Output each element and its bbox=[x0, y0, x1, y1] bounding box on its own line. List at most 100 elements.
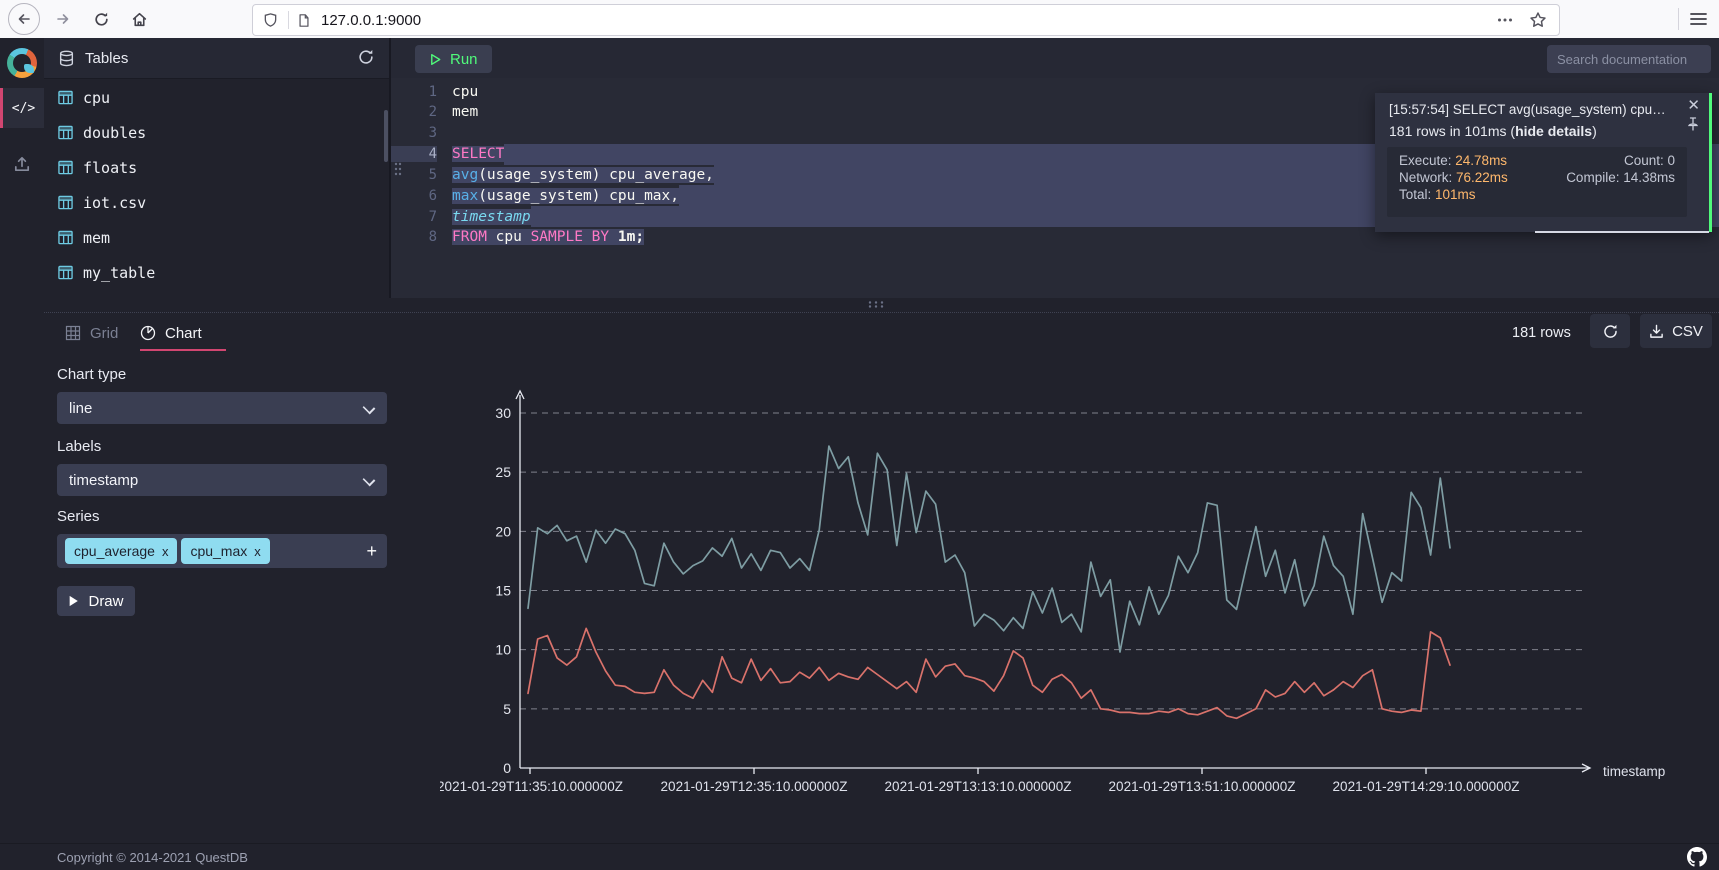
notification-summary: 181 rows in 101ms (hide details) bbox=[1389, 123, 1597, 139]
series-chip[interactable]: cpu_averagex bbox=[65, 538, 177, 564]
table-name: iot.csv bbox=[83, 194, 146, 212]
rows-count: 181 rows bbox=[1512, 316, 1571, 350]
horizontal-splitter-handle[interactable] bbox=[868, 300, 884, 309]
refresh-icon bbox=[1602, 323, 1619, 340]
sidebar-item-import[interactable] bbox=[0, 146, 44, 182]
tab-chart[interactable]: Chart bbox=[140, 316, 202, 350]
table-row[interactable]: doubles bbox=[44, 115, 389, 150]
labels-label: Labels bbox=[57, 438, 101, 455]
browser-forward-button[interactable] bbox=[48, 4, 78, 34]
browser-menu-button[interactable] bbox=[1683, 4, 1713, 34]
questdb-logo[interactable] bbox=[7, 48, 37, 78]
remove-series-icon[interactable]: x bbox=[162, 544, 169, 559]
sidebar-item-console[interactable]: </> bbox=[0, 88, 44, 128]
stats-right-column: Count: 0Compile: 14.38ms bbox=[1566, 153, 1675, 211]
table-icon bbox=[58, 265, 73, 280]
table-row[interactable]: cpu bbox=[44, 80, 389, 115]
line-number: 1 bbox=[391, 84, 437, 100]
line-number: 7 bbox=[391, 209, 437, 225]
series-chip-label: cpu_max bbox=[190, 543, 247, 559]
y-axis-label: 15 bbox=[495, 583, 511, 599]
address-bar-divider bbox=[288, 11, 289, 29]
pin-icon[interactable] bbox=[1687, 117, 1699, 131]
play-icon bbox=[429, 53, 442, 66]
page-icon[interactable] bbox=[297, 13, 311, 28]
summary-text: 181 rows in 101ms ( bbox=[1389, 123, 1515, 139]
tables-panel-header: Tables bbox=[44, 38, 389, 79]
code-text: SELECT bbox=[452, 146, 504, 162]
run-button[interactable]: Run bbox=[415, 45, 492, 73]
draw-button-label: Draw bbox=[88, 593, 123, 610]
hide-details-link[interactable]: hide details bbox=[1515, 123, 1592, 139]
download-csv-button[interactable]: CSV bbox=[1640, 314, 1712, 348]
series-line-cpu_max bbox=[528, 446, 1450, 652]
results-panel-separator bbox=[44, 312, 1719, 313]
tables-refresh-button[interactable] bbox=[357, 48, 375, 66]
close-icon[interactable]: ✕ bbox=[1687, 98, 1700, 113]
y-axis-label: 25 bbox=[495, 464, 511, 480]
series-chip[interactable]: cpu_max x bbox=[181, 538, 269, 564]
code-text: cpu bbox=[452, 84, 478, 100]
bookmark-star-icon[interactable] bbox=[1529, 11, 1547, 29]
code-text: FROM cpu SAMPLE BY 1m; bbox=[452, 229, 644, 245]
series-input[interactable]: cpu_averagex cpu_max x + bbox=[57, 534, 387, 568]
draw-button[interactable]: Draw bbox=[57, 586, 135, 616]
query-notification-popup: [15:57:54] SELECT avg(usage_system) cpu_… bbox=[1375, 93, 1712, 232]
results-refresh-button[interactable] bbox=[1590, 314, 1630, 348]
line-number: 6 bbox=[391, 188, 437, 204]
github-icon[interactable] bbox=[1687, 847, 1707, 867]
browser-reload-button[interactable] bbox=[86, 4, 116, 34]
table-row[interactable]: mem bbox=[44, 220, 389, 255]
reload-icon bbox=[93, 11, 110, 28]
vertical-splitter-handle[interactable] bbox=[394, 162, 402, 176]
pin-icon bbox=[1687, 117, 1699, 131]
run-button-label: Run bbox=[450, 51, 478, 68]
table-name: my_table bbox=[83, 264, 155, 282]
download-icon bbox=[1649, 324, 1664, 339]
upload-icon bbox=[13, 155, 31, 173]
remove-series-icon[interactable]: x bbox=[254, 544, 261, 559]
chart-type-value: line bbox=[69, 400, 92, 417]
chart-type-select[interactable]: line bbox=[57, 392, 387, 424]
series-line-cpu_average bbox=[528, 628, 1450, 718]
table-icon bbox=[58, 230, 73, 245]
stat-row: Execute: 24.78ms bbox=[1399, 153, 1508, 168]
pie-chart-icon bbox=[140, 325, 156, 341]
notification-title: [15:57:54] SELECT avg(usage_system) cpu_… bbox=[1389, 102, 1669, 117]
csv-button-label: CSV bbox=[1672, 323, 1703, 340]
browser-back-button[interactable] bbox=[8, 3, 40, 35]
page-actions-icon[interactable] bbox=[1497, 17, 1513, 23]
table-row[interactable]: floats bbox=[44, 150, 389, 185]
tab-grid[interactable]: Grid bbox=[65, 316, 118, 350]
query-stats-box: Execute: 24.78ms Network: 76.22ms Total: 1… bbox=[1387, 147, 1687, 217]
stat-row: Network: 76.22ms bbox=[1399, 170, 1508, 185]
line-number: 8 bbox=[391, 229, 437, 245]
questdb-logo-bubble bbox=[24, 64, 34, 73]
hamburger-icon bbox=[1690, 12, 1707, 26]
y-axis-label: 30 bbox=[495, 405, 511, 421]
address-bar[interactable]: 127.0.0.1:9000 bbox=[252, 4, 1560, 36]
toolbar-divider bbox=[1678, 8, 1679, 30]
shield-icon[interactable] bbox=[263, 12, 278, 28]
table-name: floats bbox=[83, 159, 137, 177]
line-number: 4 bbox=[391, 146, 437, 162]
play-icon bbox=[68, 595, 79, 607]
line-chart[interactable]: 0510152025302021-01-29T11:35:10.000000Z2… bbox=[440, 356, 1710, 826]
stat-row: Compile: 14.38ms bbox=[1566, 170, 1675, 185]
table-row[interactable]: my_table bbox=[44, 255, 389, 290]
browser-home-button[interactable] bbox=[124, 4, 154, 34]
x-axis-label: 2021-01-29T14:29:10.000000Z bbox=[1333, 779, 1520, 794]
questdb-console-screenshot: 127.0.0.1:9000 </> Tables cpudoublesfloa bbox=[0, 0, 1719, 870]
labels-select[interactable]: timestamp bbox=[57, 464, 387, 496]
stat-row: Total: 101ms bbox=[1399, 187, 1508, 202]
tables-scrollbar[interactable] bbox=[384, 110, 388, 162]
series-chips: cpu_averagex cpu_max x bbox=[61, 538, 270, 564]
y-axis-label: 20 bbox=[495, 523, 511, 539]
table-row[interactable]: iot.csv bbox=[44, 185, 389, 220]
x-axis-label: 2021-01-29T13:51:10.000000Z bbox=[1109, 779, 1296, 794]
add-series-button[interactable]: + bbox=[366, 542, 377, 560]
forward-arrow-icon bbox=[55, 11, 71, 27]
search-documentation-input[interactable] bbox=[1547, 45, 1711, 73]
url-text[interactable]: 127.0.0.1:9000 bbox=[321, 12, 421, 29]
tables-panel: Tables cpudoubles floats iot.csv mem my_tabl… bbox=[44, 38, 389, 298]
